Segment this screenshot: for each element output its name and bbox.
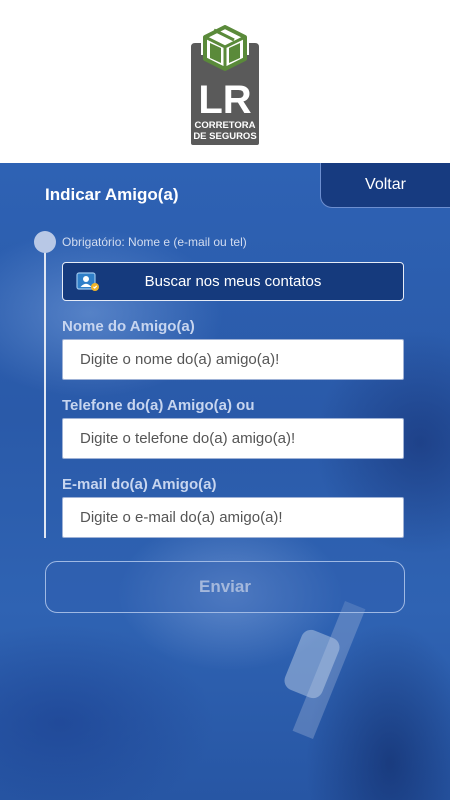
- logo-line2: DE SEGUROS: [193, 131, 256, 142]
- page-title: Indicar Amigo(a): [45, 185, 179, 204]
- back-button[interactable]: Voltar: [320, 163, 450, 208]
- required-note: Obrigatório: Nome e (e-mail ou tel): [62, 235, 247, 249]
- friend-email-input[interactable]: [62, 497, 404, 538]
- app-root: LR CORRETORA DE SEGUROS Voltar Indicar A…: [0, 0, 450, 800]
- friend-name-input[interactable]: [62, 339, 404, 380]
- contacts-icon: [76, 272, 99, 291]
- send-button[interactable]: Enviar: [45, 561, 405, 613]
- app-header: LR CORRETORA DE SEGUROS: [0, 0, 450, 164]
- search-contacts-button[interactable]: Buscar nos meus contatos: [62, 262, 404, 301]
- friend-email-label: E-mail do(a) Amigo(a): [62, 476, 217, 493]
- step-dot: [34, 231, 56, 253]
- logo-line1: CORRETORA: [194, 120, 255, 131]
- send-button-label: Enviar: [199, 577, 251, 596]
- friend-phone-input[interactable]: [62, 418, 404, 459]
- logo-letters: LR: [198, 78, 251, 122]
- back-button-label: Voltar: [365, 176, 406, 193]
- search-contacts-label: Buscar nos meus contatos: [144, 273, 322, 290]
- friend-name-label: Nome do Amigo(a): [62, 318, 195, 335]
- friend-phone-label: Telefone do(a) Amigo(a) ou: [62, 397, 255, 414]
- step-line: [44, 248, 46, 538]
- company-logo: LR CORRETORA DE SEGUROS: [191, 25, 259, 145]
